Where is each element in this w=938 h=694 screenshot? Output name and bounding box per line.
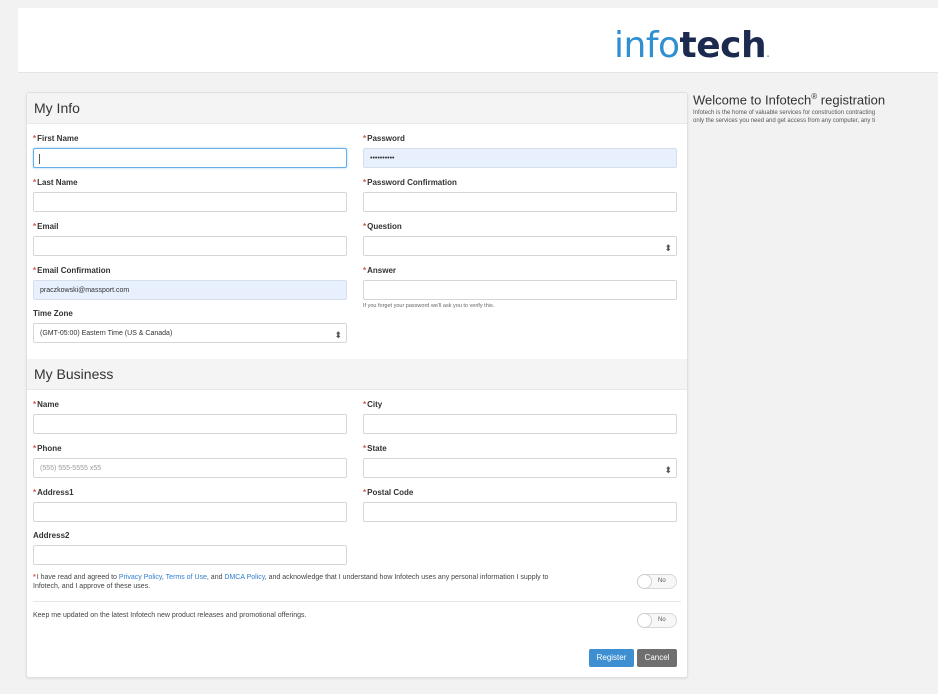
text-caret	[39, 154, 40, 164]
answer-hint: If you forget your password we'll ask yo…	[363, 303, 495, 309]
password-input[interactable]: ••••••••••	[363, 148, 677, 168]
my-business-heading: My Business	[34, 366, 114, 382]
my-info-heading: My Info	[34, 100, 80, 116]
email-field: *Email	[33, 221, 347, 256]
required-marker: *	[363, 134, 367, 143]
select-chevrons-icon: ⬍	[334, 330, 342, 340]
time-zone-field: Time Zone (GMT-05:00) Eastern Time (US &…	[33, 308, 347, 343]
time-zone-select[interactable]: (GMT-05:00) Eastern Time (US & Canada) ⬍	[33, 323, 347, 343]
first-name-field: *First Name	[33, 133, 347, 168]
question-select[interactable]: ⬍	[363, 236, 677, 256]
required-marker: *	[363, 222, 367, 231]
email-confirmation-input[interactable]: praczkowski@massport.com	[33, 280, 347, 300]
required-marker: *	[33, 134, 37, 143]
select-chevrons-icon: ⬍	[664, 243, 672, 253]
terms-of-use-link[interactable]: Terms of Use	[166, 574, 207, 581]
site-header: infotech.	[18, 8, 938, 73]
dmca-policy-link[interactable]: DMCA Policy	[224, 574, 264, 581]
password-field: *Password ••••••••••	[363, 133, 677, 168]
required-marker: *	[33, 444, 37, 453]
cancel-button[interactable]: Cancel	[637, 649, 677, 667]
consent-text: *I have read and agreed to Privacy Polic…	[33, 574, 549, 590]
my-info-section-header: My Info	[27, 93, 687, 124]
last-name-field: *Last Name	[33, 177, 347, 212]
select-chevrons-icon: ⬍	[664, 465, 672, 475]
required-marker: *	[33, 488, 37, 497]
updates-text: Keep me updated on the latest Infotech n…	[33, 612, 307, 619]
required-marker: *	[363, 266, 367, 275]
last-name-input[interactable]	[33, 192, 347, 212]
password-confirmation-input[interactable]	[363, 192, 677, 212]
password-confirmation-field: *Password Confirmation	[363, 177, 677, 212]
state-field: *State ⬍	[363, 443, 677, 478]
city-field: *City	[363, 399, 677, 434]
divider	[33, 601, 681, 602]
postal-code-field: *Postal Code	[363, 487, 677, 522]
infotech-logo[interactable]: infotech.	[614, 26, 770, 73]
required-marker: *	[363, 444, 367, 453]
required-marker: *	[33, 266, 37, 275]
required-marker: *	[363, 488, 367, 497]
answer-field: *Answer	[363, 265, 677, 300]
business-name-input[interactable]	[33, 414, 347, 434]
welcome-title: Welcome to Infotech® registration	[693, 92, 886, 108]
required-marker: *	[363, 400, 367, 409]
business-name-field: *Name	[33, 399, 347, 434]
required-marker: *	[33, 400, 37, 409]
address2-field: Address2	[33, 530, 347, 565]
answer-input[interactable]	[363, 280, 677, 300]
toggle-knob	[637, 613, 652, 628]
address2-input[interactable]	[33, 545, 347, 565]
registration-form: My Info *First Name *Password ••••••••••…	[26, 92, 688, 678]
register-button[interactable]: Register	[589, 649, 634, 667]
welcome-text: Infotech is the home of valuable service…	[693, 110, 876, 124]
postal-code-input[interactable]	[363, 502, 677, 522]
email-input[interactable]	[33, 236, 347, 256]
email-confirmation-field: *Email Confirmation praczkowski@massport…	[33, 265, 347, 300]
consent-toggle[interactable]: No	[637, 574, 677, 589]
required-marker: *	[363, 178, 367, 187]
address1-input[interactable]	[33, 502, 347, 522]
privacy-policy-link[interactable]: Privacy Policy	[119, 574, 162, 581]
state-select[interactable]: ⬍	[363, 458, 677, 478]
required-marker: *	[33, 222, 37, 231]
my-business-section-header: My Business	[27, 359, 687, 390]
city-input[interactable]	[363, 414, 677, 434]
phone-field: *Phone (555) 555-5555 x55	[33, 443, 347, 478]
question-field: *Question ⬍	[363, 221, 677, 256]
required-marker: *	[33, 574, 36, 581]
required-marker: *	[33, 178, 37, 187]
first-name-input[interactable]	[33, 148, 347, 168]
phone-input[interactable]: (555) 555-5555 x55	[33, 458, 347, 478]
updates-toggle[interactable]: No	[637, 613, 677, 628]
toggle-knob	[637, 574, 652, 589]
address1-field: *Address1	[33, 487, 347, 522]
